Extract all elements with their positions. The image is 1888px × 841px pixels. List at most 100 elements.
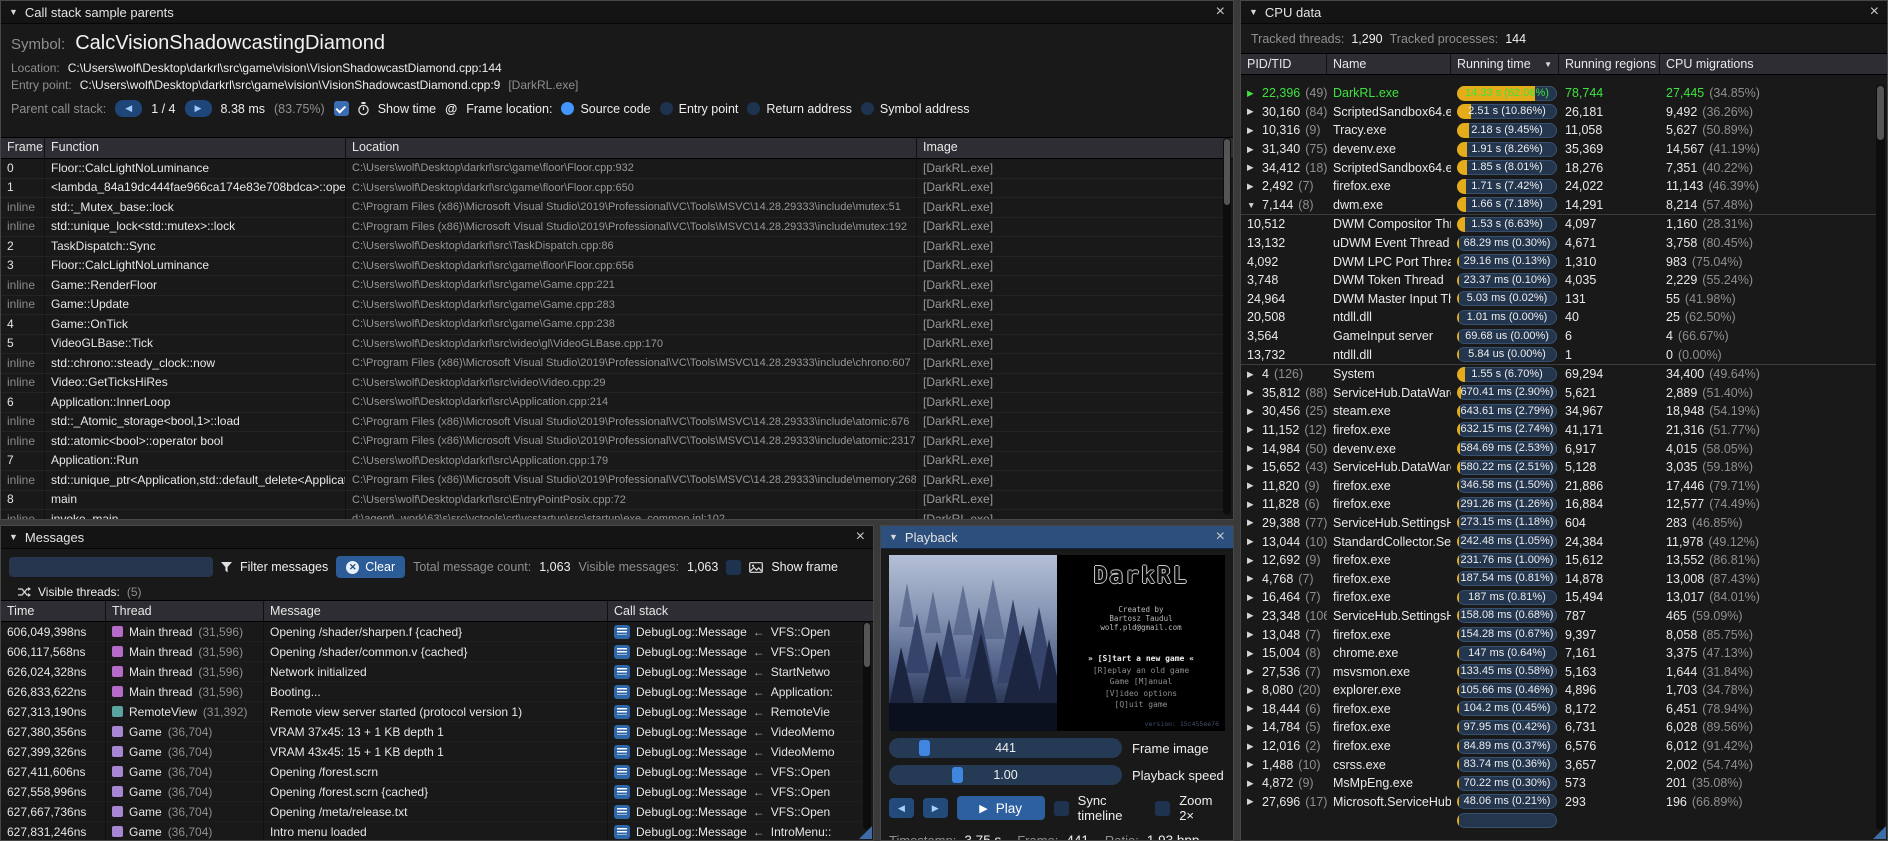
cpu-process-row[interactable]: ▶ 11,828 (6) firefox.exe 291.26 ms (1.26…	[1241, 495, 1877, 514]
cpu-process-row[interactable]: 24,964 DWM Master Input Thread 5.03 ms (…	[1241, 290, 1877, 309]
col-running-time[interactable]: Running time▼	[1451, 54, 1559, 74]
callstack-row[interactable]: inline invoke_main d:\agent\_work\63\s\s…	[1, 510, 1233, 519]
expand-icon[interactable]: ▶	[1247, 88, 1257, 99]
callstack-row[interactable]: inline std::unique_lock<std::mutex>::loc…	[1, 218, 1233, 238]
cpu-process-row[interactable]: ▶ 31,340 (75) devenv.exe 1.91 s (8.26%) …	[1241, 140, 1877, 159]
expand-icon[interactable]: ▶	[1247, 517, 1257, 528]
filter-input[interactable]	[9, 557, 213, 577]
cpu-process-row[interactable]: ▶ 4 (126) System 1.55 s (6.70%) 69,294 3…	[1241, 364, 1877, 384]
callstack-row[interactable]: inline Game::RenderFloor C:\Users\wolf\D…	[1, 276, 1233, 296]
collapse-icon[interactable]: ▼	[9, 7, 18, 17]
cpu-process-row[interactable]: ▶ 1,488 (10) csrss.exe 83.74 ms (0.36%) …	[1241, 755, 1877, 774]
show-frame-images-checkbox[interactable]	[726, 560, 741, 575]
cpu-process-row[interactable]: ▶ 10,316 (9) Tracy.exe 2.18 s (9.45%) 11…	[1241, 121, 1877, 140]
expand-icon[interactable]: ▶	[1247, 125, 1257, 136]
cpu-process-row[interactable]: ▶ 12,692 (9) firefox.exe 231.76 ms (1.00…	[1241, 551, 1877, 570]
expand-icon[interactable]: ▶	[1247, 162, 1257, 173]
cpu-process-row[interactable]: ▶ 30,160 (84) ScriptedSandbox64.exe 2.51…	[1241, 103, 1877, 122]
clear-button[interactable]: ✕ Clear	[336, 556, 405, 578]
message-row[interactable]: 627,667,736ns Game (36,704) Opening /met…	[1, 802, 873, 822]
expand-icon[interactable]: ▶	[1247, 685, 1257, 696]
cpu-process-row[interactable]: ▶ 4,872 (9) MsMpEng.exe 70.22 ms (0.30%)…	[1241, 774, 1877, 793]
expand-icon[interactable]: ▶	[1247, 462, 1257, 473]
expand-icon[interactable]: ▼	[1247, 200, 1257, 210]
cpu-process-row[interactable]	[1241, 811, 1877, 830]
sync-timeline-checkbox[interactable]	[1054, 801, 1069, 816]
prev-frame-button[interactable]: ◀	[889, 798, 914, 818]
message-row[interactable]: 627,831,246ns Game (36,704) Intro menu l…	[1, 822, 873, 840]
callstack-scrollbar[interactable]	[1223, 138, 1231, 515]
close-icon[interactable]: ×	[856, 529, 865, 545]
scrollbar-thumb[interactable]	[1224, 139, 1230, 205]
callstack-list-icon[interactable]	[614, 705, 630, 719]
zoom-2x-checkbox[interactable]	[1155, 801, 1170, 816]
playback-speed-slider[interactable]: 1.00	[889, 765, 1122, 785]
callstack-list-icon[interactable]	[614, 685, 630, 699]
expand-icon[interactable]: ▶	[1247, 648, 1257, 659]
message-row[interactable]: 627,399,326ns Game (36,704) VRAM 43x45: …	[1, 742, 873, 762]
callstack-row[interactable]: 5 VideoGLBase::Tick C:\Users\wolf\Deskto…	[1, 335, 1233, 355]
expand-icon[interactable]: ▶	[1247, 759, 1257, 770]
frame-location-radio-option[interactable]: Symbol address	[861, 102, 970, 116]
expand-icon[interactable]: ▶	[1247, 443, 1257, 454]
cpu-process-row[interactable]: ▶ 13,044 (10) StandardCollector.Servic 2…	[1241, 532, 1877, 551]
next-frame-button[interactable]: ▶	[923, 798, 948, 818]
cpu-process-row[interactable]: 3,564 GameInput server 69.68 us (0.00%) …	[1241, 327, 1877, 346]
message-row[interactable]: 627,411,606ns Game (36,704) Opening /for…	[1, 762, 873, 782]
callstack-list-icon[interactable]	[614, 805, 630, 819]
frame-location-radio-option[interactable]: Return address	[747, 102, 851, 116]
cpu-process-row[interactable]: ▶ 15,652 (43) ServiceHub.DataWareho 580.…	[1241, 458, 1877, 477]
expand-icon[interactable]: ▶	[1247, 480, 1257, 491]
scrollbar-thumb[interactable]	[864, 623, 870, 667]
close-icon[interactable]: ×	[1216, 4, 1225, 20]
next-callstack-button[interactable]: ▶	[185, 100, 212, 117]
cpu-scrollbar[interactable]	[1876, 85, 1885, 830]
callstack-row[interactable]: inline std::_Atomic_storage<bool,1>::loa…	[1, 413, 1233, 433]
expand-icon[interactable]: ▶	[1247, 106, 1257, 117]
expand-icon[interactable]: ▶	[1247, 406, 1257, 417]
cpu-process-row[interactable]: 13,132 uDWM Event Thread 68.29 ms (0.30%…	[1241, 234, 1877, 253]
show-time-checkbox[interactable]	[334, 101, 349, 116]
cpu-process-row[interactable]: ▶ 15,004 (8) chrome.exe 147 ms (0.64%) 7…	[1241, 644, 1877, 663]
frame-location-radio-option[interactable]: Source code	[561, 102, 650, 116]
expand-icon[interactable]: ▶	[1247, 573, 1257, 584]
cpu-process-row[interactable]: ▶ 27,696 (17) Microsoft.ServiceHub.Co 48…	[1241, 793, 1877, 812]
expand-icon[interactable]: ▶	[1247, 666, 1257, 677]
frame-image-slider[interactable]: 441	[889, 738, 1122, 758]
message-row[interactable]: 606,117,568ns Main thread (31,596) Openi…	[1, 642, 873, 662]
callstack-row[interactable]: 2 TaskDispatch::Sync C:\Users\wolf\Deskt…	[1, 237, 1233, 257]
cpu-process-row[interactable]: ▶ 2,492 (7) firefox.exe 1.71 s (7.42%) 2…	[1241, 177, 1877, 196]
cpu-process-row[interactable]: ▶ 29,388 (77) ServiceHub.SettingsHost 27…	[1241, 514, 1877, 533]
play-button[interactable]: ▶ Play	[957, 796, 1045, 820]
prev-callstack-button[interactable]: ◀	[115, 100, 142, 117]
callstack-row[interactable]: 3 Floor::CalcLightNoLuminance C:\Users\w…	[1, 257, 1233, 277]
message-row[interactable]: 627,313,190ns RemoteView (31,392) Remote…	[1, 702, 873, 722]
cpu-process-row[interactable]: ▶ 22,396 (49) DarkRL.exe 14.33 s (62.06%…	[1241, 84, 1877, 103]
expand-icon[interactable]: ▶	[1247, 181, 1257, 192]
resize-grip[interactable]	[859, 826, 872, 839]
expand-icon[interactable]: ▶	[1247, 796, 1257, 807]
collapse-icon[interactable]: ▼	[1249, 7, 1258, 17]
cpu-process-row[interactable]: ▶ 11,820 (9) firefox.exe 346.58 ms (1.50…	[1241, 476, 1877, 495]
col-cpu-migrations[interactable]: CPU migrations	[1660, 54, 1887, 74]
cpu-process-row[interactable]: 4,092 DWM LPC Port Thread 29.16 ms (0.13…	[1241, 252, 1877, 271]
callstack-row[interactable]: 1 <lambda_84a19dc444fae966ca174e83e708bd…	[1, 179, 1233, 199]
cpu-process-row[interactable]: ▶ 35,812 (88) ServiceHub.DataWareho 670.…	[1241, 384, 1877, 403]
radio-icon[interactable]	[861, 102, 874, 115]
expand-icon[interactable]: ▶	[1247, 703, 1257, 714]
cpu-process-row[interactable]: ▶ 12,016 (2) firefox.exe 84.89 ms (0.37%…	[1241, 737, 1877, 756]
callstack-row[interactable]: inline std::chrono::steady_clock::now C:…	[1, 354, 1233, 374]
expand-icon[interactable]: ▶	[1247, 555, 1257, 566]
visible-threads-label[interactable]: Visible threads:	[38, 585, 120, 599]
callstack-list-icon[interactable]	[614, 625, 630, 639]
col-pid-tid[interactable]: PID/TID	[1241, 54, 1327, 74]
cpu-process-row[interactable]: ▶ 11,152 (12) firefox.exe 632.15 ms (2.7…	[1241, 421, 1877, 440]
collapse-icon[interactable]: ▼	[9, 532, 18, 542]
message-row[interactable]: 627,380,356ns Game (36,704) VRAM 37x45: …	[1, 722, 873, 742]
cpu-process-row[interactable]: 3,748 DWM Token Thread 23.37 ms (0.10%) …	[1241, 271, 1877, 290]
callstack-list-icon[interactable]	[614, 825, 630, 839]
callstack-list-icon[interactable]	[614, 665, 630, 679]
cpu-process-row[interactable]: ▶ 18,444 (6) firefox.exe 104.2 ms (0.45%…	[1241, 700, 1877, 719]
message-row[interactable]: 626,833,622ns Main thread (31,596) Booti…	[1, 682, 873, 702]
scrollbar-thumb[interactable]	[1877, 86, 1884, 140]
